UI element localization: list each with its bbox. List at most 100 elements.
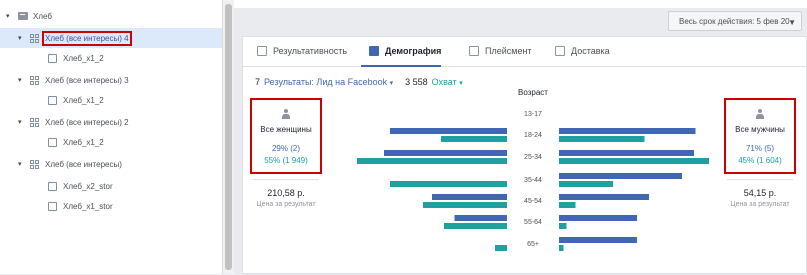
divider [253,179,319,180]
campaign-tree-panel: ▾ Хлеб ▾ Хлеб (все интересы) 4 Хлеб_х1_2 ▾ Хле… [0,0,222,274]
age-tick-label: 45-54 [524,198,542,205]
bar-right-results [559,173,682,179]
delivery-icon [555,46,565,56]
tree-item-label: Хлеб_х1_2 [63,53,104,63]
tree-item-ad[interactable]: Хлеб_х1_2 [48,48,104,68]
age-gender-chart: Возраст 13-17 18-24 25-34 35-44 45-54 55-64 65+ [357,88,709,251]
tree-item-adset[interactable]: ▾ Хлеб (все интересы) [18,154,122,174]
men-summary-box: Все мужчины 71% (5) 45% (1 604) [724,98,796,174]
expand-toggle-icon[interactable]: ▾ [18,160,26,168]
tree-item-label: Хлеб_х1_stor [63,201,113,211]
bar-left-reach [441,136,507,142]
bar-right-reach [559,223,567,229]
adset-icon [30,75,40,85]
women-results-pct: 29% (2) [271,144,300,153]
tree-item-label: Хлеб [33,11,52,21]
male-icon [756,109,764,119]
insights-panel: Результативность Демография Плейсмент До… [242,36,807,274]
tree-item-adset[interactable]: ▾ Хлеб (все интересы) 2 [18,112,129,132]
tree-item-ad[interactable]: Хлеб_х1_2 [48,132,104,152]
tab-label: Демография [385,46,442,56]
tree-item-ad[interactable]: Хлеб_х1_2 [48,90,104,110]
bar-left-results [454,215,507,221]
top-bar [234,0,807,8]
adset-icon [30,117,40,127]
tree-scrollbar[interactable] [222,0,234,274]
women-reach-pct: 55% (1 949) [264,156,308,165]
women-summary: Все женщины 29% (2) 55% (1 949) 210,58 р… [250,98,322,208]
bar-right-reach [559,158,709,164]
tab-performance[interactable]: Результативность [257,46,347,56]
women-title: Все женщины [260,125,312,134]
active-tab-indicator [361,65,441,67]
expand-toggle-icon[interactable]: ▾ [18,76,26,84]
ad-icon [48,181,57,191]
bar-right-reach [559,202,576,208]
tab-demographics[interactable]: Демография [369,46,441,56]
bar-left-reach [423,202,507,208]
age-tick-label: 35-44 [524,177,542,184]
adset-icon [30,159,40,169]
tab-bar: Результативность Демография Плейсмент До… [243,37,806,67]
age-tick-label: 25-34 [524,154,542,161]
tree-item-label: Хлеб (все интересы) 4 [42,30,132,46]
date-range-button[interactable]: Весь срок действия: 5 фев 20 ▼ [668,11,802,31]
bar-right-reach [559,136,645,142]
men-reach-pct: 45% (1 604) [738,156,782,165]
bar-left-reach [357,158,507,164]
tree-item-adset[interactable]: ▾ Хлеб (все интересы) 3 [18,70,129,90]
scrollbar-thumb[interactable] [225,4,232,270]
ad-icon [48,201,57,211]
bar-right-results [559,128,696,134]
bar-right-results [559,237,637,243]
tab-label: Плейсмент [485,46,532,56]
campaign-icon [18,12,28,20]
women-price: 210,58 р. [267,188,305,198]
divider [727,179,793,180]
tree-item-campaign[interactable]: ▾ Хлеб [6,6,52,26]
ad-icon [48,95,57,105]
bar-right-results [559,150,694,156]
tree-item-label: Хлеб (все интересы) [45,159,122,169]
expand-toggle-icon[interactable]: ▾ [18,34,26,42]
expand-toggle-icon[interactable]: ▾ [18,118,26,126]
men-results-pct: 71% (5) [745,144,774,153]
tab-placement[interactable]: Плейсмент [469,46,532,56]
expand-toggle-icon[interactable]: ▾ [6,12,14,20]
women-price-label: Цена за результат [256,201,316,208]
bar-left-reach [444,223,507,229]
men-price-label: Цена за результат [730,201,790,208]
tree-item-label: Хлеб (все интересы) 3 [45,75,129,85]
bar-right-reach [559,245,564,251]
tree-item-ad[interactable]: Хлеб_х2_stor [48,176,113,196]
tree-item-adset[interactable]: ▾ Хлеб (все интересы) 4 [0,28,222,48]
tree-item-label: Хлеб_х1_2 [63,95,104,105]
female-icon [282,109,290,119]
tab-label: Результативность [273,46,348,56]
men-price: 54,15 р. [743,188,777,198]
tab-delivery[interactable]: Доставка [555,46,610,56]
tab-label: Доставка [571,46,610,56]
results-count: 7 [255,77,261,87]
people-icon [369,46,379,56]
ad-icon [48,53,57,63]
tree-item-label: Хлеб_х2_stor [63,181,113,191]
women-summary-box: Все женщины 29% (2) 55% (1 949) [250,98,322,174]
bar-right-reach [559,181,613,187]
age-tick-label: 55-64 [524,219,542,226]
men-title: Все мужчины [735,125,785,134]
chevron-down-icon: ▼ [788,18,796,27]
tree-item-label: Хлеб (все интересы) 2 [45,117,129,127]
bar-right-results [559,215,637,221]
age-tick-label: 65+ [527,241,539,248]
ad-icon [48,137,57,147]
bar-left-reach [390,181,507,187]
bar-left-results [384,150,507,156]
tree-item-label: Хлеб_х1_2 [63,137,104,147]
age-tick-label: 13-17 [524,111,542,118]
bar-left-results [432,194,507,200]
age-axis-title: Возраст [518,88,548,97]
tree-item-ad[interactable]: Хлеб_х1_stor [48,196,113,216]
age-tick-label: 18-24 [524,132,542,139]
placement-icon [469,46,479,56]
